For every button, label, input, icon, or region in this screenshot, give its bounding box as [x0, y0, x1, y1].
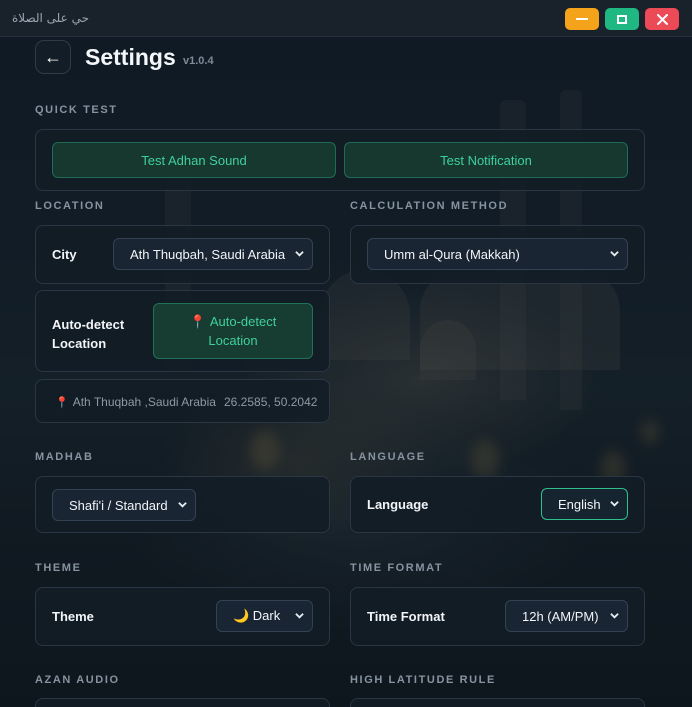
minimize-icon — [576, 18, 588, 20]
high-latitude-card — [350, 698, 645, 707]
section-label-calculation-method: CALCULATION METHOD — [350, 200, 509, 212]
city-label: City — [52, 247, 77, 262]
maximize-button[interactable] — [605, 8, 639, 30]
version-badge: v1.0.4 — [183, 55, 214, 67]
minimize-button[interactable] — [565, 8, 599, 30]
chevron-down-icon — [295, 251, 304, 257]
autodetect-location-button[interactable]: 📍 Auto-detect Location — [153, 303, 313, 359]
time-format-label: Time Format — [367, 609, 445, 624]
close-button[interactable] — [645, 8, 679, 30]
section-label-time-format: TIME FORMAT — [350, 562, 444, 574]
section-label-azan-audio: AZAN AUDIO — [35, 674, 120, 686]
map-pin-icon: 📍 — [55, 397, 69, 409]
maximize-icon — [617, 14, 627, 24]
test-notification-button[interactable]: Test Notification — [344, 142, 628, 178]
section-label-theme: THEME — [35, 562, 82, 574]
page-title: Settings — [85, 44, 176, 70]
azan-audio-card — [35, 698, 330, 707]
time-format-select[interactable]: 12h (AM/PM) — [505, 600, 628, 632]
coordinates-text: 26.2585, 50.2042 — [224, 395, 318, 409]
section-label-location: LOCATION — [35, 200, 105, 212]
theme-value: 🌙 Dark — [233, 608, 281, 623]
section-label-quick-test: QUICK TEST — [35, 104, 118, 116]
test-adhan-button[interactable]: Test Adhan Sound — [52, 142, 336, 178]
city-select-value: Ath Thuqbah, Saudi Arabia — [130, 246, 286, 262]
autodetect-label: Auto-detect Location — [52, 317, 125, 351]
calculation-method-value: Umm al-Qura (Makkah) — [384, 246, 520, 262]
arrow-left-icon: ← — [44, 46, 62, 67]
section-label-madhab: MADHAB — [35, 451, 94, 463]
theme-label: Theme — [52, 609, 94, 624]
language-select[interactable]: English — [541, 488, 628, 520]
back-button[interactable]: ← — [35, 40, 71, 74]
chevron-down-icon — [610, 501, 619, 507]
current-location-text: 📍 Ath Thuqbah ,Saudi Arabia — [55, 395, 216, 409]
language-label: Language — [367, 497, 429, 512]
window-title: حي على الصلاة — [12, 11, 90, 25]
chevron-down-icon — [610, 613, 619, 619]
theme-select[interactable]: 🌙 Dark — [216, 600, 313, 632]
chevron-down-icon — [178, 502, 187, 508]
chevron-down-icon — [295, 613, 304, 619]
calculation-method-select[interactable]: Umm al-Qura (Makkah) — [367, 238, 628, 270]
section-label-high-latitude-rule: HIGH LATITUDE RULE — [350, 674, 496, 686]
madhab-select[interactable]: Shafi'i / Standard — [52, 489, 196, 521]
madhab-value: Shafi'i / Standard — [69, 497, 168, 513]
close-icon — [656, 13, 668, 25]
map-pin-icon: 📍 — [189, 314, 206, 329]
window-titlebar: حي على الصلاة — [0, 0, 692, 37]
chevron-down-icon — [610, 251, 619, 257]
language-value: English — [558, 496, 601, 512]
city-select[interactable]: Ath Thuqbah, Saudi Arabia — [113, 238, 313, 270]
section-label-language: LANGUAGE — [350, 451, 426, 463]
time-format-value: 12h (AM/PM) — [522, 608, 599, 624]
